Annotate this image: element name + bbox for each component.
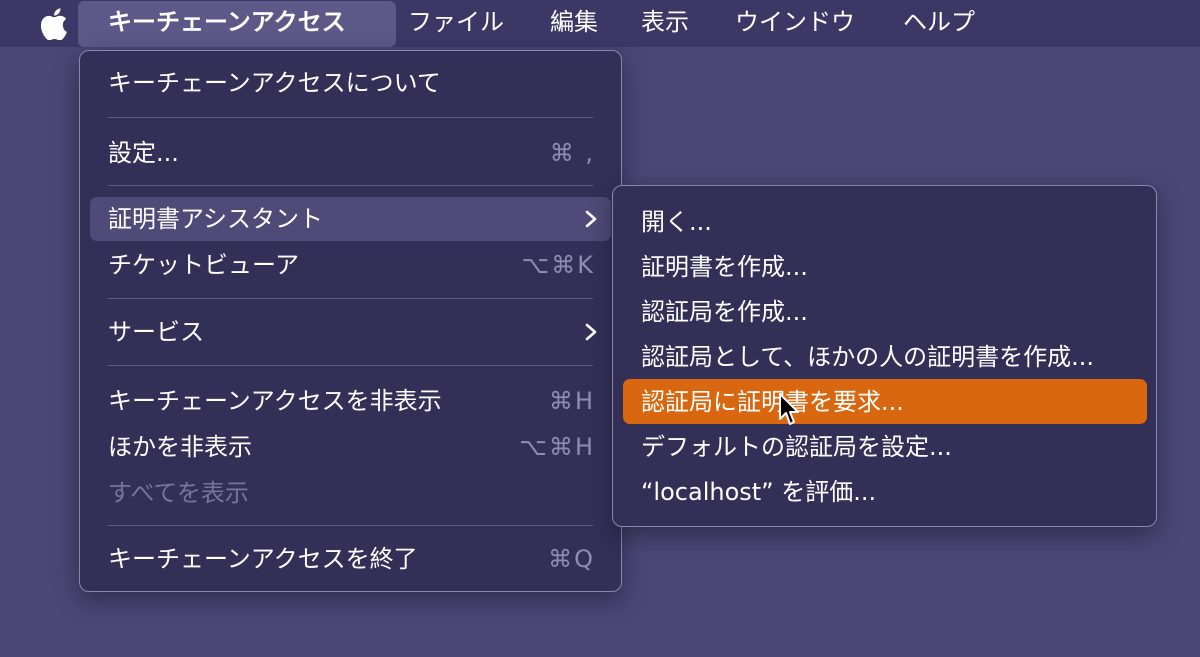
menu-item-services[interactable]: サービス — [80, 310, 621, 354]
submenu-item-create-ca[interactable]: 認証局を作成... — [613, 290, 1158, 334]
menu-item-ticket-viewer[interactable]: チケットビューア ⌥⌘K — [80, 243, 621, 287]
menu-item-label: キーチェーンアクセスについて — [108, 69, 441, 97]
submenu-item-create-certificate[interactable]: 証明書を作成... — [613, 245, 1158, 289]
menu-separator — [108, 365, 593, 366]
submenu-item-open[interactable]: 開く... — [613, 200, 1158, 244]
menu-separator — [108, 298, 593, 299]
pointer-cursor-icon — [779, 393, 799, 425]
chevron-right-icon — [585, 323, 597, 341]
menubar-help[interactable]: ヘルプ — [903, 0, 975, 47]
menu-item-label: 証明書アシスタント — [108, 205, 324, 233]
submenu-item-create-cert-for-others[interactable]: 認証局として、ほかの人の証明書を作成... — [613, 335, 1158, 379]
app-menu: キーチェーンアクセスについて 設定... ⌘ , 証明書アシスタント チケットビ… — [79, 50, 622, 592]
menu-separator — [108, 185, 593, 186]
menu-item-label: キーチェーンアクセスを終了 — [108, 545, 418, 573]
menu-item-label: “localhost” を評価... — [641, 478, 877, 506]
chevron-right-icon — [585, 210, 597, 228]
apple-logo-icon[interactable] — [40, 8, 68, 40]
menu-item-label: すべてを表示 — [108, 479, 249, 507]
menu-separator — [108, 117, 593, 118]
menu-item-label: 認証局を作成... — [641, 298, 808, 326]
menu-item-shortcut: ⌘H — [548, 387, 595, 415]
menu-item-about[interactable]: キーチェーンアクセスについて — [80, 61, 621, 105]
menubar-window[interactable]: ウインドウ — [735, 0, 855, 47]
menu-item-shortcut: ⌘ , — [549, 139, 595, 167]
menu-item-label: 認証局として、ほかの人の証明書を作成... — [641, 343, 1094, 371]
menu-item-label: 開く... — [641, 208, 712, 236]
menu-item-quit[interactable]: キーチェーンアクセスを終了 ⌘Q — [80, 537, 621, 581]
menu-item-label: チケットビューア — [108, 251, 300, 279]
submenu-item-evaluate[interactable]: “localhost” を評価... — [613, 470, 1158, 514]
menu-item-label: デフォルトの認証局を設定... — [641, 433, 952, 461]
menu-item-shortcut: ⌥⌘H — [519, 433, 595, 461]
menu-item-label: 設定... — [108, 139, 179, 167]
menu-item-show-all: すべてを表示 — [80, 471, 621, 515]
menu-item-label: 証明書を作成... — [641, 253, 808, 281]
menu-item-hide-others[interactable]: ほかを非表示 ⌥⌘H — [80, 425, 621, 469]
menu-item-shortcut: ⌘Q — [548, 545, 595, 573]
menu-separator — [108, 525, 593, 526]
menubar-edit[interactable]: 編集 — [550, 0, 598, 47]
menubar-app-name[interactable]: キーチェーンアクセス — [108, 0, 346, 47]
menu-item-hide-app[interactable]: キーチェーンアクセスを非表示 ⌘H — [80, 379, 621, 423]
menubar-view[interactable]: 表示 — [641, 0, 689, 47]
menu-item-label: ほかを非表示 — [108, 433, 252, 461]
menu-item-cert-assistant[interactable]: 証明書アシスタント — [80, 197, 621, 241]
menu-item-label: サービス — [108, 318, 204, 346]
menu-item-settings[interactable]: 設定... ⌘ , — [80, 131, 621, 175]
menu-item-label: キーチェーンアクセスを非表示 — [108, 387, 442, 415]
menu-item-label: 認証局に証明書を要求... — [641, 388, 904, 416]
submenu-item-request-certificate[interactable]: 認証局に証明書を要求... — [613, 380, 1158, 424]
menubar-file[interactable]: ファイル — [408, 0, 504, 47]
menu-item-shortcut: ⌥⌘K — [521, 251, 595, 279]
submenu-item-set-default-ca[interactable]: デフォルトの認証局を設定... — [613, 425, 1158, 469]
cert-assistant-submenu: 開く... 証明書を作成... 認証局を作成... 認証局として、ほかの人の証明… — [612, 185, 1157, 527]
menu-bar: キーチェーンアクセス ファイル 編集 表示 ウインドウ ヘルプ — [0, 0, 1200, 47]
